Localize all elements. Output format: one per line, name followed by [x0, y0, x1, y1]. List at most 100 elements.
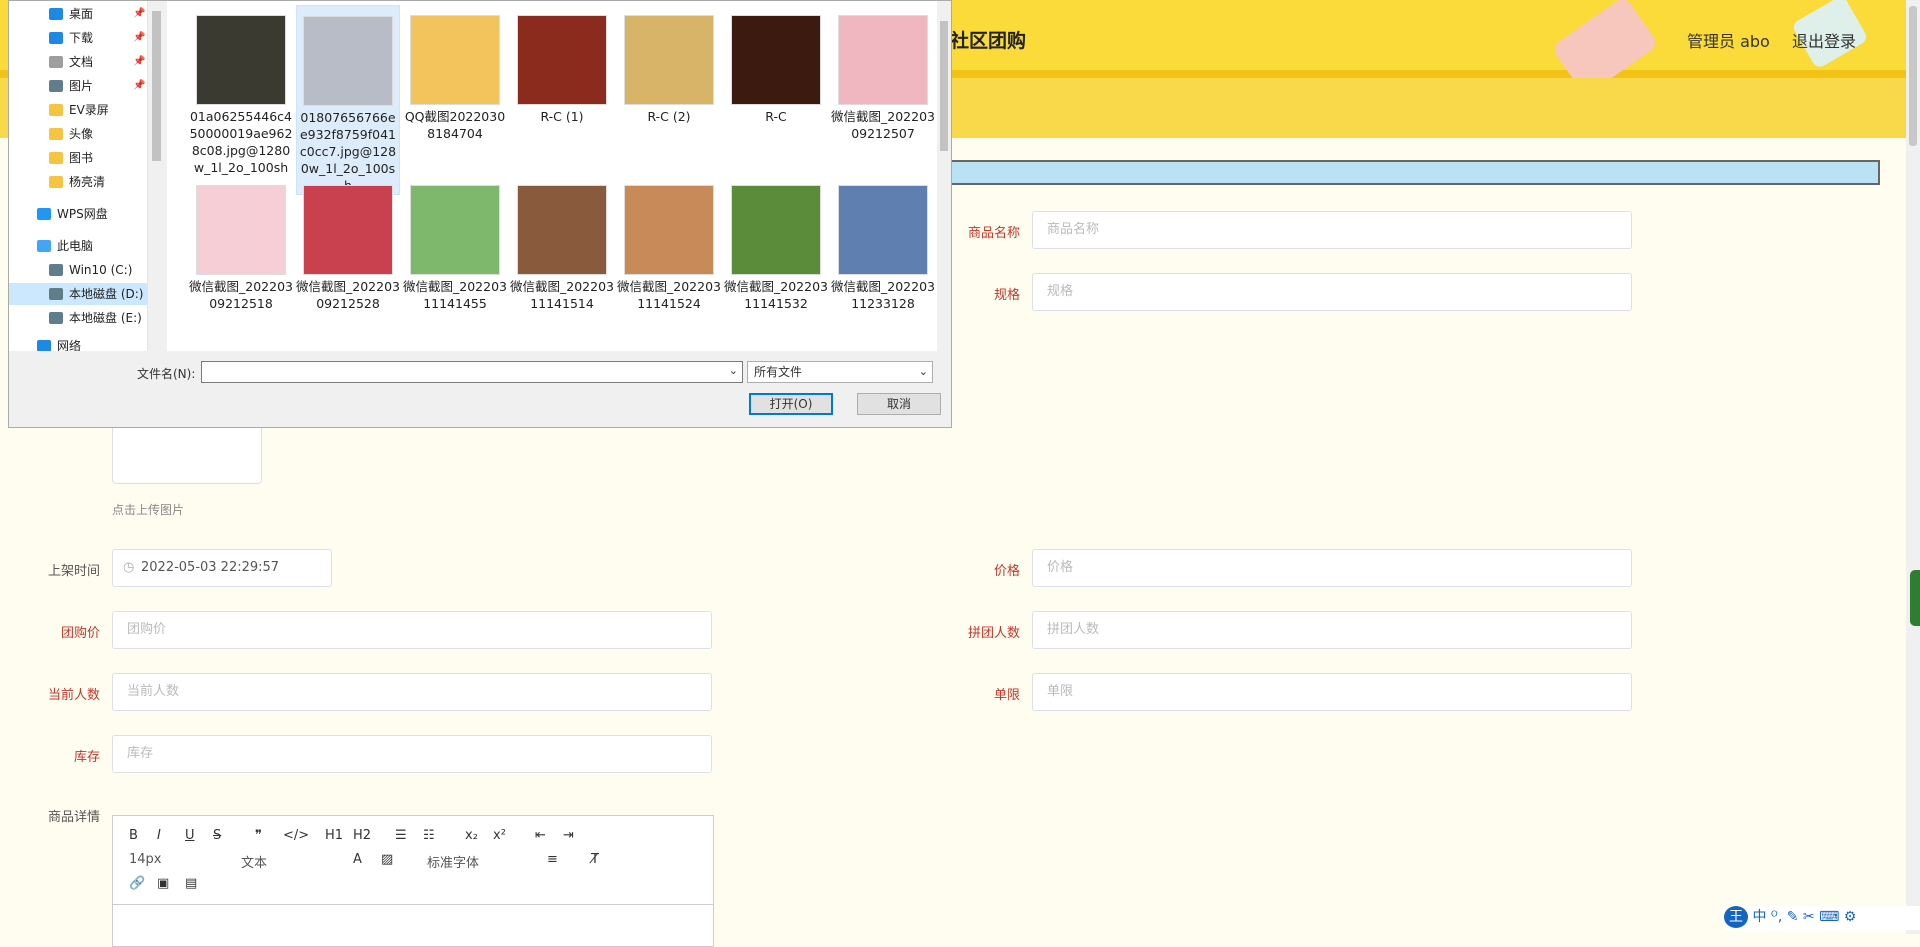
nav-item[interactable]: 头像	[9, 123, 147, 145]
nav-item[interactable]: 图书	[9, 147, 147, 169]
align-icon[interactable]: ≡	[547, 852, 558, 867]
filetype-select[interactable]: 所有文件 ⌄	[747, 361, 933, 383]
rich-text-editor[interactable]: B I U S ❞ </> H1 H2 ☰ ☷ x₂ x² ⇤ ⇥ 14px 文…	[112, 815, 714, 947]
file-item[interactable]: 微信截图_20220309212507	[831, 5, 935, 142]
stock-label: 库存	[73, 750, 100, 765]
open-button[interactable]: 打开(O)	[749, 393, 833, 415]
file-name: R-C	[765, 109, 787, 124]
folder-icon	[37, 208, 51, 220]
indent-button[interactable]: ⇥	[563, 828, 574, 843]
nav-item[interactable]: WPS网盘	[9, 203, 147, 225]
nav-item-label: 头像	[69, 127, 94, 141]
nav-item[interactable]: 下载 📌	[9, 27, 147, 49]
file-thumbnail	[838, 15, 928, 105]
nav-item[interactable]: 图片 📌	[9, 75, 147, 97]
font-family-select[interactable]: 标准字体	[427, 852, 479, 871]
italic-button[interactable]: I	[157, 828, 161, 843]
nav-item-label: 下载	[69, 31, 94, 45]
strike-button[interactable]: S	[213, 828, 221, 843]
nav-item[interactable]: 此电脑	[9, 235, 147, 257]
pin-icon: 📌	[133, 56, 146, 67]
file-item[interactable]: 01807656766ee932f8759f041c0cc7.jpg@1280w…	[296, 5, 400, 195]
nav-item-label: 本地磁盘 (E:)	[69, 311, 142, 325]
file-item[interactable]: 微信截图_20220311141532	[724, 175, 828, 312]
file-thumbnail	[303, 16, 393, 106]
folder-icon	[49, 312, 63, 324]
bullet-list-button[interactable]: ☷	[423, 828, 435, 843]
file-item[interactable]: 微信截图_20220309212518	[189, 175, 293, 312]
file-scrollbar[interactable]	[937, 1, 951, 351]
nav-item-label: 网络	[57, 339, 82, 351]
quote-button[interactable]: ❞	[255, 828, 262, 843]
file-item[interactable]: 微信截图_20220311141524	[617, 175, 721, 312]
nav-pane[interactable]: 桌面 📌 下载 📌 文档 📌 图片 📌 EV录屏 头像 图书 杨亮清 WPS网盘 此电脑 Win10 (C:…	[9, 1, 148, 351]
shelf-time-input[interactable]: ◷ 2022-05-03 22:29:57	[112, 549, 332, 587]
side-widget[interactable]	[1910, 570, 1920, 626]
upload-hint: 点击上传图片	[112, 503, 185, 517]
subscript-button[interactable]: x₂	[465, 828, 478, 843]
nav-item[interactable]: 本地磁盘 (E:)	[9, 307, 147, 329]
background-color-icon[interactable]: ▨	[381, 852, 393, 867]
file-item[interactable]: QQ截图20220308184704	[403, 5, 507, 142]
nav-item[interactable]: Win10 (C:)	[9, 259, 147, 281]
ime-toolbar[interactable]: 王 中 ᴼ, ✎ ✂ ⌨ ⚙	[1724, 906, 1920, 930]
file-item[interactable]: R-C	[724, 5, 828, 125]
pin-icon: 📌	[133, 80, 146, 91]
outdent-button[interactable]: ⇤	[535, 828, 546, 843]
ime-tools[interactable]: 中 ᴼ, ✎ ✂ ⌨ ⚙	[1752, 909, 1856, 925]
blue-bar	[950, 160, 1880, 185]
product-name-input[interactable]: 商品名称	[1032, 211, 1632, 249]
group-price-input[interactable]: 团购价	[112, 611, 712, 649]
nav-item[interactable]: 桌面 📌	[9, 3, 147, 25]
superscript-button[interactable]: x²	[493, 828, 506, 843]
nav-item[interactable]: 杨亮清	[9, 171, 147, 193]
ime-logo-icon[interactable]: 王	[1724, 906, 1748, 928]
limit-input[interactable]: 单限	[1032, 673, 1632, 711]
cancel-button[interactable]: 取消	[857, 393, 941, 415]
bold-button[interactable]: B	[129, 828, 138, 843]
link-icon[interactable]: 🔗	[129, 876, 145, 891]
nav-item[interactable]: 文档 📌	[9, 51, 147, 73]
folder-icon	[49, 264, 63, 276]
folder-icon	[49, 8, 63, 20]
admin-label[interactable]: 管理员 abo	[1687, 28, 1770, 52]
stock-input[interactable]: 库存	[112, 735, 712, 773]
image-icon[interactable]: ▣	[157, 876, 169, 891]
nav-scrollbar[interactable]	[149, 1, 165, 351]
group-size-input[interactable]: 拼团人数	[1032, 611, 1632, 649]
file-name: 微信截图_20220309212507	[831, 109, 935, 141]
price-label: 价格	[993, 564, 1020, 579]
file-item[interactable]: 微信截图_20220311141514	[510, 175, 614, 312]
filename-input[interactable]: ⌄	[201, 361, 743, 383]
file-item[interactable]: R-C (1)	[510, 5, 614, 125]
file-item[interactable]: R-C (2)	[617, 5, 721, 125]
file-item[interactable]: 微信截图_20220311233128	[831, 175, 935, 312]
spec-input[interactable]: 规格	[1032, 273, 1632, 311]
font-size-select[interactable]: 14px	[129, 852, 162, 867]
text-style-select[interactable]: 文本	[241, 852, 267, 871]
logout-link[interactable]: 退出登录	[1792, 28, 1856, 52]
chevron-down-icon[interactable]: ⌄	[729, 364, 738, 377]
font-color-icon[interactable]: A	[353, 852, 362, 867]
underline-button[interactable]: U	[185, 828, 195, 843]
file-name: 微信截图_20220311141455	[403, 279, 507, 311]
nav-item[interactable]: 本地磁盘 (D:)	[9, 283, 147, 305]
file-open-dialog[interactable]: 桌面 📌 下载 📌 文档 📌 图片 📌 EV录屏 头像 图书 杨亮清 WPS网盘 此电脑 Win10 (C:…	[8, 0, 952, 428]
nav-item-label: 桌面	[69, 7, 94, 21]
page-scrollbar[interactable]	[1906, 0, 1920, 934]
clear-format-icon[interactable]: T̸	[591, 852, 599, 867]
video-icon[interactable]: ▤	[185, 876, 197, 891]
file-item[interactable]: 微信截图_20220311141455	[403, 175, 507, 312]
file-grid[interactable]: 01a06255446c450000019ae9628c08.jpg@1280w…	[167, 1, 937, 351]
ordered-list-button[interactable]: ☰	[395, 828, 407, 843]
file-item[interactable]: 微信截图_20220309212528	[296, 175, 400, 312]
nav-item[interactable]: 网络	[9, 335, 147, 351]
current-count-input[interactable]: 当前人数	[112, 673, 712, 711]
code-button[interactable]: </>	[283, 828, 309, 843]
h2-button[interactable]: H2	[353, 828, 371, 843]
price-input[interactable]: 价格	[1032, 549, 1632, 587]
file-item[interactable]: 01a06255446c450000019ae9628c08.jpg@1280w…	[189, 5, 293, 176]
h1-button[interactable]: H1	[325, 828, 343, 843]
nav-item-label: 此电脑	[57, 239, 94, 253]
nav-item[interactable]: EV录屏	[9, 99, 147, 121]
